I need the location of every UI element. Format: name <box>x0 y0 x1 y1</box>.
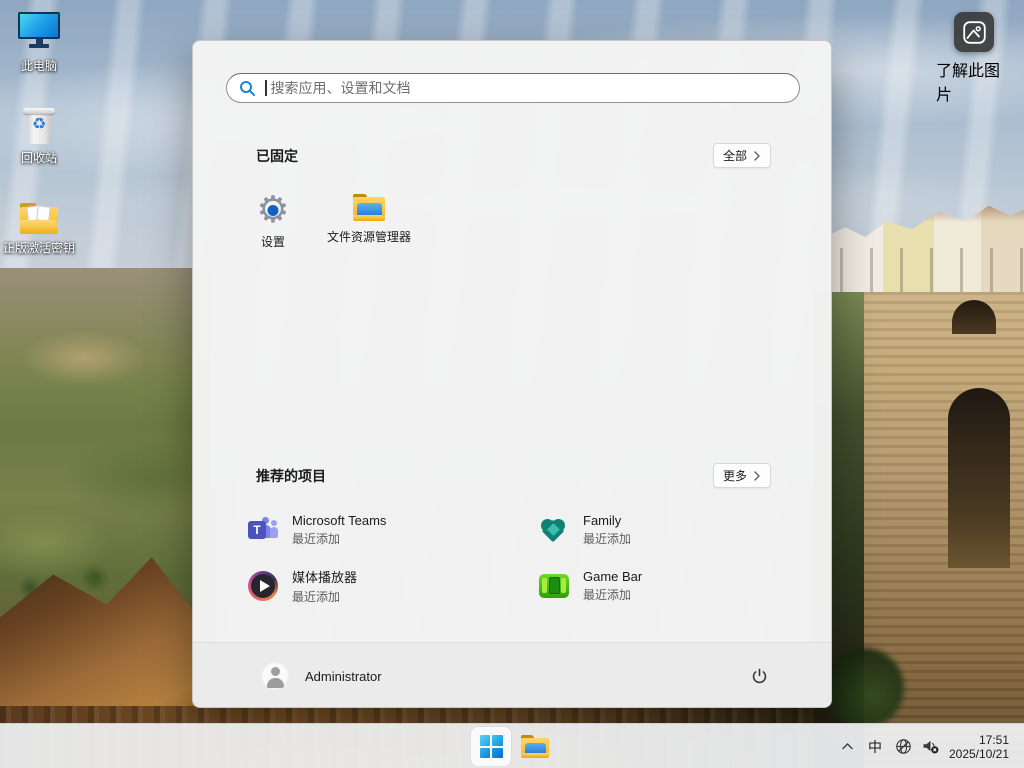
taskbar: 中 17:51 2025/10/21 <box>0 723 1024 768</box>
desktop-icon-label: 此电脑 <box>20 59 57 73</box>
pinned-app-settings[interactable]: ⚙ 设置 <box>225 185 321 269</box>
network-status-button[interactable] <box>890 729 916 765</box>
chevron-right-icon <box>754 150 760 161</box>
recommended-item-title: 媒体播放器 <box>292 570 358 585</box>
windows-logo-icon <box>479 735 503 758</box>
recommended-item-subtitle: 最近添加 <box>583 588 632 602</box>
desktop-icon-this-pc[interactable]: 此电脑 <box>1 12 77 74</box>
clock-time: 17:51 <box>979 732 1010 747</box>
learn-picture-label: 了解此图片 <box>936 63 1001 104</box>
pinned-apps-grid: ⚙ 设置 文件资源管理器 <box>225 185 417 269</box>
recommended-item-media-player[interactable]: 媒体播放器 最近添加 <box>248 562 528 610</box>
wallpaper-bush <box>824 648 904 728</box>
user-account-button[interactable]: Administrator <box>249 656 394 696</box>
start-menu: 已固定 全部 ⚙ 设置 文件资源管理器 推荐的项目 更多 <box>192 40 832 708</box>
settings-gear-icon: ⚙ <box>256 191 290 228</box>
file-explorer-icon <box>521 735 549 758</box>
all-button-label: 全部 <box>722 149 747 163</box>
recommended-item-subtitle: 最近添加 <box>292 590 341 604</box>
pinned-app-label: 文件资源管理器 <box>326 230 411 244</box>
recommended-item-title: Game Bar <box>583 569 643 584</box>
chevron-up-icon <box>841 743 853 750</box>
desktop-icon-label: 回收站 <box>20 151 57 165</box>
recommended-more-button[interactable]: 更多 <box>713 463 771 488</box>
recommended-item-game-bar[interactable]: Game Bar 最近添加 <box>539 562 819 610</box>
power-button[interactable] <box>739 656 779 696</box>
folder-icon <box>20 203 58 234</box>
recommended-item-family[interactable]: Family 最近添加 <box>539 506 819 554</box>
hidden-icons-button[interactable] <box>834 729 860 765</box>
taskbar-file-explorer-button[interactable] <box>515 727 555 766</box>
recommended-item-subtitle: 最近添加 <box>292 532 341 546</box>
media-player-icon <box>248 571 278 601</box>
user-name: Administrator <box>305 668 382 684</box>
picture-info-icon <box>954 12 994 52</box>
desktop-icon-label: 正版激活密钥 <box>2 241 75 255</box>
clock-button[interactable]: 17:51 2025/10/21 <box>944 729 1018 765</box>
search-input[interactable] <box>266 80 799 96</box>
family-heart-icon <box>539 515 569 545</box>
recommended-item-title: Microsoft Teams <box>292 513 387 528</box>
system-tray: 中 17:51 2025/10/21 <box>834 724 1018 768</box>
wallpaper-bridge-big-arch <box>948 388 1010 568</box>
recommended-section-title: 推荐的项目 <box>256 468 326 484</box>
game-bar-icon <box>539 573 569 599</box>
clock-date: 2025/10/21 <box>948 746 1010 761</box>
more-button-label: 更多 <box>722 469 747 483</box>
learn-about-picture[interactable]: 了解此图片 <box>936 12 1012 105</box>
speaker-muted-icon <box>923 740 938 754</box>
start-button[interactable] <box>471 727 511 766</box>
pinned-app-label: 设置 <box>260 235 285 249</box>
power-icon <box>752 668 766 683</box>
pinned-section-title: 已固定 <box>256 148 298 164</box>
recommended-item-title: Family <box>583 513 622 528</box>
globe-no-internet-icon <box>895 739 911 754</box>
desktop-icon-recycle-bin[interactable]: ♻ 回收站 <box>1 106 77 166</box>
this-pc-icon <box>18 12 60 52</box>
ime-indicator[interactable]: 中 <box>860 729 890 765</box>
pinned-app-file-explorer[interactable]: 文件资源管理器 <box>321 185 417 269</box>
file-explorer-icon <box>353 194 385 221</box>
chevron-right-icon <box>754 470 760 481</box>
recommended-item-subtitle: 最近添加 <box>583 532 632 546</box>
start-search-box[interactable] <box>226 73 800 103</box>
recommended-item-teams[interactable]: T Microsoft Teams 最近添加 <box>248 506 528 554</box>
desktop-icon-activation-key-folder[interactable]: 正版激活密钥 <box>1 203 77 256</box>
user-avatar <box>261 662 289 690</box>
wallpaper-building-windows <box>828 248 1024 292</box>
recycle-bin-icon: ♻ <box>23 106 55 144</box>
search-icon <box>239 80 256 97</box>
pinned-all-button[interactable]: 全部 <box>713 143 771 168</box>
start-menu-user-bar: Administrator <box>193 642 831 707</box>
volume-muted-button[interactable] <box>916 729 944 765</box>
teams-icon: T <box>248 515 278 545</box>
